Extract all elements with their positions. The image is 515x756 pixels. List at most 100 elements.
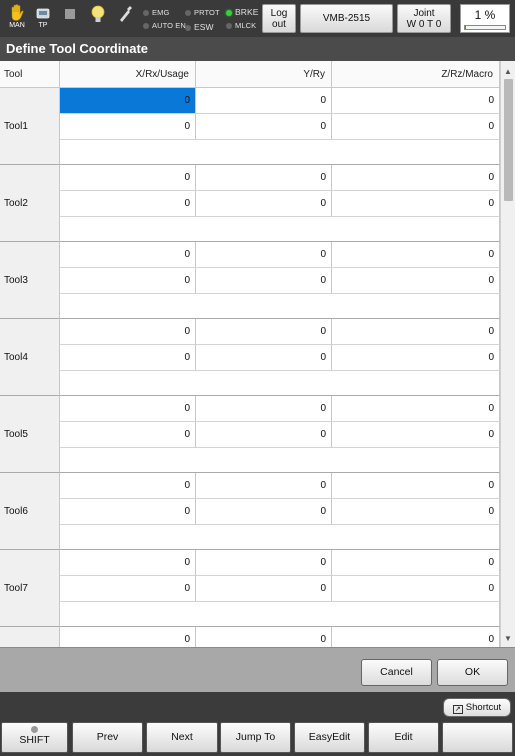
dialog-button-area: Cancel OK xyxy=(0,647,515,692)
value-cell[interactable]: 0 xyxy=(196,242,332,268)
value-cell[interactable]: 0 xyxy=(196,88,332,114)
value-cell[interactable]: 0 xyxy=(332,396,500,422)
value-cell[interactable]: 0 xyxy=(60,550,196,576)
logout-button[interactable]: Log out xyxy=(262,4,296,33)
value-cell[interactable]: 0 xyxy=(332,191,500,217)
blank-key[interactable] xyxy=(442,722,513,753)
hand-icon[interactable]: MAN xyxy=(5,4,29,34)
lightbulb-icon[interactable] xyxy=(86,4,110,34)
value-cell[interactable]: 0 xyxy=(332,473,500,499)
easyedit-key[interactable]: EasyEdit xyxy=(294,722,365,753)
mode-label: MAN xyxy=(9,22,25,29)
value-cell[interactable]: 0 xyxy=(60,165,196,191)
value-cell[interactable]: 0 xyxy=(196,396,332,422)
value-cell[interactable]: 0 xyxy=(60,114,196,140)
shortcut-icon: ↗ xyxy=(452,705,463,714)
scroll-up-icon[interactable]: ▲ xyxy=(504,67,512,76)
value-cell[interactable]: 0 xyxy=(60,319,196,345)
jump-to-key[interactable]: Jump To xyxy=(220,722,291,753)
tool-block: Tool1 0 0 0 0 0 0 xyxy=(0,88,500,165)
tool-name: Tool4 xyxy=(0,319,60,396)
value-cell[interactable]: 0 xyxy=(60,576,196,602)
usage-cell[interactable] xyxy=(60,525,500,550)
tool-name: Tool5 xyxy=(0,396,60,473)
value-cell[interactable]: 0 xyxy=(196,499,332,525)
prev-key[interactable]: Prev xyxy=(72,722,143,753)
usage-cell[interactable] xyxy=(60,140,500,165)
speed-override[interactable]: 1 % xyxy=(460,4,510,33)
brke-indicator: BRKE xyxy=(226,7,259,17)
value-cell[interactable]: 0 xyxy=(196,345,332,371)
softkey-bar: ↗ Shortcut SHIFT Prev Next Jump To EasyEd… xyxy=(0,692,515,756)
tool-block: Tool2 0 0 0 0 0 0 xyxy=(0,165,500,242)
value-cell[interactable]: 0 xyxy=(332,319,500,345)
page-title: Define Tool Coordinate xyxy=(0,37,515,61)
value-cell[interactable]: 0 xyxy=(196,268,332,294)
value-cell[interactable]: 0 xyxy=(332,345,500,371)
value-cell[interactable]: 0 xyxy=(332,550,500,576)
value-cell[interactable]: 0 xyxy=(60,242,196,268)
robot-name-button[interactable]: VMB-2515 xyxy=(300,4,393,33)
value-cell[interactable]: 0 xyxy=(60,422,196,448)
value-cell[interactable]: 0 xyxy=(332,627,500,647)
value-cell[interactable]: 0 xyxy=(332,114,500,140)
value-cell[interactable]: 0 xyxy=(332,268,500,294)
value-cell[interactable]: 0 xyxy=(60,345,196,371)
value-cell[interactable]: 0 xyxy=(196,422,332,448)
stop-icon[interactable] xyxy=(58,4,82,34)
value-cell[interactable]: 0 xyxy=(60,499,196,525)
value-cell[interactable]: 0 xyxy=(196,550,332,576)
scroll-thumb[interactable] xyxy=(504,79,513,201)
usage-cell[interactable] xyxy=(60,448,500,473)
value-cell[interactable]: 0 xyxy=(332,422,500,448)
mlck-indicator: MLCK xyxy=(226,21,256,30)
shortcut-button[interactable]: ↗ Shortcut xyxy=(443,698,511,717)
value-cell[interactable]: 0 xyxy=(332,499,500,525)
value-cell[interactable]: 0 xyxy=(60,627,196,647)
usage-cell[interactable] xyxy=(60,371,500,396)
usage-cell[interactable] xyxy=(60,217,500,242)
value-cell[interactable]: 0 xyxy=(196,627,332,647)
value-cell[interactable]: 0 xyxy=(60,268,196,294)
tool-name: Tool1 xyxy=(0,88,60,165)
column-header-y: Y/Ry xyxy=(196,61,332,88)
ok-button[interactable]: OK xyxy=(437,659,508,686)
tool-name: Tool8 xyxy=(0,627,60,647)
usage-cell[interactable] xyxy=(60,602,500,627)
value-cell[interactable]: 0 xyxy=(60,88,196,114)
value-cell[interactable]: 0 xyxy=(196,473,332,499)
tool-block: Tool8000 xyxy=(0,627,500,647)
teach-pendant-icon[interactable]: TP xyxy=(31,4,55,34)
tp-label: TP xyxy=(38,22,48,29)
shift-key[interactable]: SHIFT xyxy=(1,722,68,753)
tool-block: Tool7 0 0 0 0 0 0 xyxy=(0,550,500,627)
edit-key[interactable]: Edit xyxy=(368,722,439,753)
tool-name: Tool2 xyxy=(0,165,60,242)
value-cell[interactable]: 0 xyxy=(196,191,332,217)
tool-block: Tool4 0 0 0 0 0 0 xyxy=(0,319,500,396)
scroll-down-icon[interactable]: ▼ xyxy=(504,634,512,643)
jog-mode-button[interactable]: Joint W 0 T 0 xyxy=(397,4,451,33)
value-cell[interactable]: 0 xyxy=(332,576,500,602)
wrench-icon[interactable] xyxy=(114,4,138,34)
value-cell[interactable]: 0 xyxy=(196,165,332,191)
auto-en-indicator: AUTO EN xyxy=(143,21,186,30)
value-cell[interactable]: 0 xyxy=(60,191,196,217)
usage-cell[interactable] xyxy=(60,294,500,319)
cancel-button[interactable]: Cancel xyxy=(361,659,432,686)
value-cell[interactable]: 0 xyxy=(332,88,500,114)
value-cell[interactable]: 0 xyxy=(196,576,332,602)
value-cell[interactable]: 0 xyxy=(332,242,500,268)
next-key[interactable]: Next xyxy=(146,722,218,753)
column-header-z: Z/Rz/Macro xyxy=(332,61,500,88)
esw-indicator: ESW xyxy=(185,22,214,32)
value-cell[interactable]: 0 xyxy=(60,473,196,499)
tool-name: Tool7 xyxy=(0,550,60,627)
table-scrollbar[interactable]: ▲ ▼ xyxy=(500,61,515,647)
value-cell[interactable]: 0 xyxy=(60,396,196,422)
value-cell[interactable]: 0 xyxy=(332,165,500,191)
value-cell[interactable]: 0 xyxy=(196,114,332,140)
value-cell[interactable]: 0 xyxy=(196,319,332,345)
tool-name: Tool6 xyxy=(0,473,60,550)
emg-indicator: EMG xyxy=(143,8,169,17)
